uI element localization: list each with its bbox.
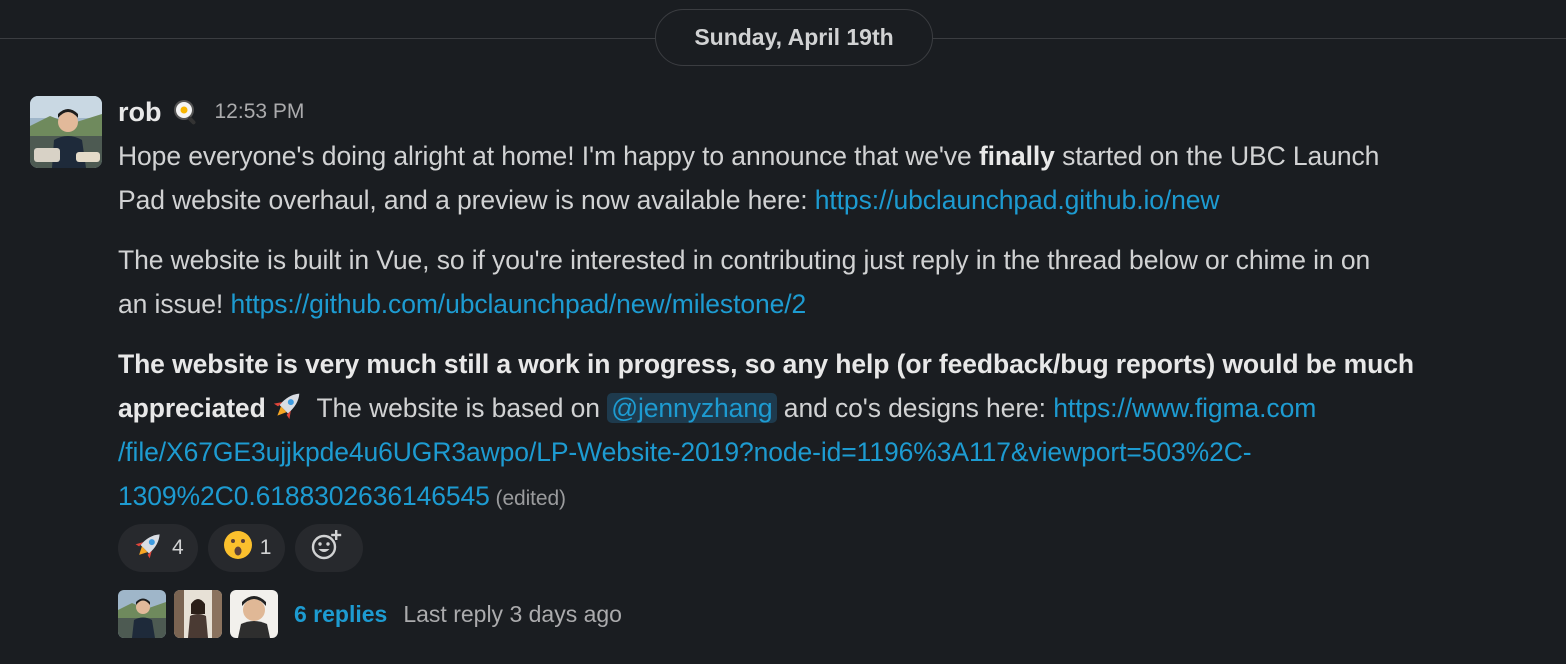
add-reaction-button[interactable] [295,524,364,572]
edited-label: (edited) [489,487,567,510]
message-header: rob 12:53 PM [118,94,304,130]
text: and co's designs here: [776,393,1054,423]
reactions-bar: 4 1 [118,524,364,572]
text: Pad website overhaul, and a preview is n… [118,185,815,215]
figma-link[interactable]: https://www.figma.com [1053,393,1316,423]
text: The website is built in Vue, so if you'r… [118,245,1371,275]
figma-link[interactable]: 1309%2C0.6188302636146545 [118,481,490,511]
text: The website is based on [309,393,608,423]
reaction-rocket[interactable]: 4 [118,524,198,572]
milestone-link[interactable]: https://github.com/ubclaunchpad/new/mile… [230,289,806,319]
author-name[interactable]: rob [118,97,162,128]
replies-link[interactable]: 6 replies [294,601,387,628]
reply-avatar [174,590,222,638]
paragraph-1: Hope everyone's doing alright at home! I… [118,134,1558,222]
bold-text: finally [978,141,1055,171]
thread-summary[interactable]: 6 replies Last reply 3 days ago [118,590,622,638]
add-reaction-icon [309,528,349,568]
bold-text: appreciated [118,393,266,423]
text: an issue! [118,289,231,319]
paragraph-3: The website is very much still a work in… [118,342,1558,521]
reply-avatar [118,590,166,638]
date-divider-button[interactable]: Sunday, April 19th [655,9,933,66]
bold-text: The website is very much still a work in… [118,349,1414,379]
frying-pan-egg-icon[interactable] [171,97,201,127]
last-reply-text: Last reply 3 days ago [403,600,622,627]
reaction-count: 4 [172,536,184,559]
reaction-count: 1 [259,536,272,559]
paragraph-2: The website is built in Vue, so if you'r… [118,238,1558,326]
text: started on the UBC Launch [1054,141,1380,171]
message-body: Hope everyone's doing alright at home! I… [118,134,1558,521]
figma-link[interactable]: /file/X67GE3ujjkpde4u6UGR3awpo/LP-Websit… [118,437,1252,467]
reaction-hushed-face[interactable]: 1 [207,524,286,572]
user-mention[interactable]: @jennyzhang [607,393,777,423]
message-timestamp[interactable]: 12:53 PM [215,100,305,124]
text: Hope everyone's doing alright at home! I… [118,141,979,171]
rocket-icon [132,528,172,568]
hushed-face-icon [222,529,260,567]
preview-link[interactable]: https://ubclaunchpad.github.io/new [815,185,1220,215]
reply-avatar [230,590,278,638]
author-avatar[interactable] [30,96,102,168]
rocket-icon [266,387,310,423]
